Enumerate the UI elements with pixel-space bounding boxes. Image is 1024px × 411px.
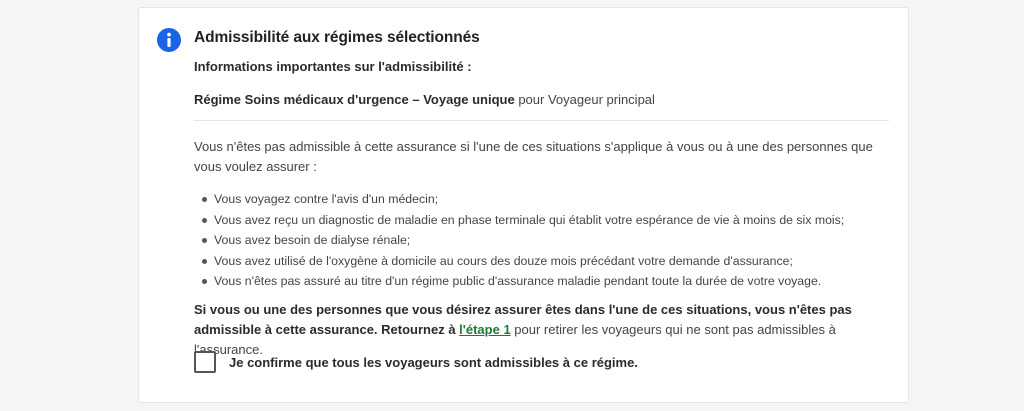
list-item: Vous avez reçu un diagnostic de maladie … [194, 210, 889, 231]
divider [194, 120, 889, 121]
plan-traveler: pour Voyageur principal [514, 92, 655, 107]
list-item: Vous avez besoin de dialyse rénale; [194, 230, 889, 251]
eligibility-card: Admissibilité aux régimes sélectionnés I… [138, 7, 909, 403]
card-title: Admissibilité aux régimes sélectionnés [194, 29, 480, 46]
confirm-label[interactable]: Je confirme que tous les voyageurs sont … [229, 355, 638, 370]
list-item: Vous voyagez contre l'avis d'un médecin; [194, 189, 889, 210]
plan-line: Régime Soins médicaux d'urgence – Voyage… [194, 92, 655, 107]
confirm-row[interactable]: Je confirme que tous les voyageurs sont … [194, 351, 638, 373]
list-item: Vous avez utilisé de l'oxygène à domicil… [194, 251, 889, 272]
card-subtitle: Informations importantes sur l'admissibi… [194, 59, 472, 74]
info-icon [157, 28, 181, 52]
list-item: Vous n'êtes pas assuré au titre d'un rég… [194, 271, 889, 292]
plan-name: Régime Soins médicaux d'urgence – Voyage… [194, 92, 515, 107]
eligibility-intro: Vous n'êtes pas admissible à cette assur… [194, 139, 873, 174]
step-1-link[interactable]: l'étape 1 [459, 322, 511, 337]
confirm-checkbox[interactable] [194, 351, 216, 373]
condition-list: Vous voyagez contre l'avis d'un médecin;… [194, 189, 889, 292]
